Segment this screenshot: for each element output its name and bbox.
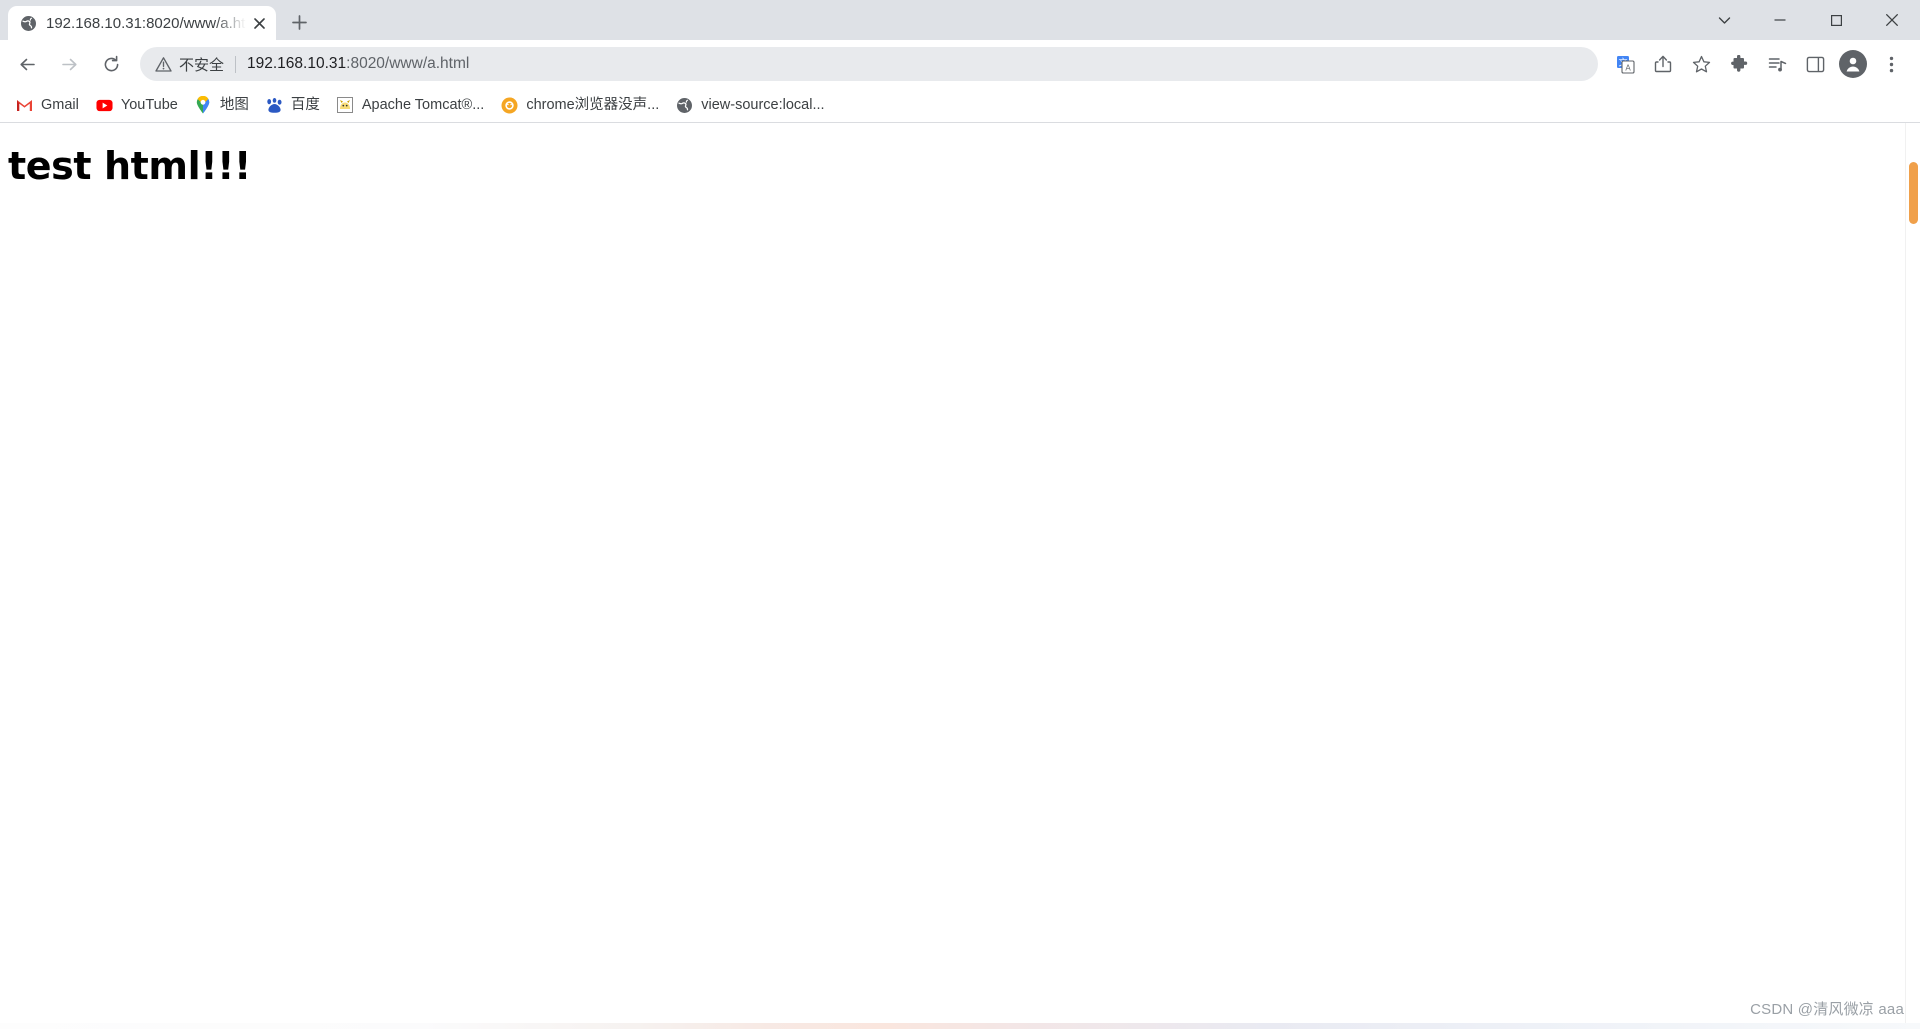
bookmark-chrome-sound[interactable]: chrome浏览器没声...: [495, 92, 668, 118]
bookmark-label: 地图: [219, 96, 249, 113]
extensions-puzzle-icon[interactable]: [1723, 48, 1755, 80]
vertical-scrollbar[interactable]: [1905, 123, 1920, 1029]
bookmark-label: 百度: [290, 96, 320, 113]
forward-button[interactable]: [51, 46, 87, 82]
globe-icon: [20, 15, 37, 32]
page-content: test html!!!: [0, 123, 1920, 188]
bookmarks-bar: Gmail YouTube 地图 百度 Apache Tomcat®... ch…: [0, 88, 1920, 123]
profile-avatar-icon[interactable]: [1837, 48, 1869, 80]
minimize-button[interactable]: [1752, 0, 1808, 40]
bookmark-label: Apache Tomcat®...: [361, 96, 485, 113]
tab-search-icon[interactable]: [1696, 0, 1752, 40]
close-window-button[interactable]: [1864, 0, 1920, 40]
address-bar[interactable]: 不安全 192.168.10.31:8020/www/a.html: [140, 47, 1598, 81]
bookmark-star-icon[interactable]: [1685, 48, 1717, 80]
scrollbar-thumb[interactable]: [1909, 162, 1918, 224]
page-title: test html!!!: [8, 144, 251, 188]
reading-list-icon[interactable]: [1761, 48, 1793, 80]
gmail-icon: [16, 97, 33, 114]
warning-triangle-icon[interactable]: [154, 55, 172, 73]
maximize-button[interactable]: [1808, 0, 1864, 40]
close-icon[interactable]: [250, 14, 268, 32]
bookmark-label: YouTube: [120, 96, 178, 113]
toolbar-icon-group: 文 A: [1606, 48, 1910, 80]
url-path: :8020/www/a.html: [346, 55, 470, 72]
window-controls: [1696, 0, 1920, 40]
url-host: 192.168.10.31: [247, 55, 347, 72]
google-maps-icon: [195, 96, 212, 114]
new-tab-button[interactable]: [282, 5, 316, 39]
share-icon[interactable]: [1647, 48, 1679, 80]
chrome-menu-icon[interactable]: [1875, 48, 1907, 80]
svg-text:A: A: [1625, 63, 1631, 72]
bookmark-maps[interactable]: 地图: [189, 92, 258, 118]
bookmark-view-source[interactable]: view-source:local...: [670, 92, 833, 118]
reload-button[interactable]: [93, 46, 129, 82]
taskbar-strip: [0, 1023, 1920, 1029]
browser-window: 192.168.10.31:8020/www/a.ht 不安全 192.168.…: [0, 0, 1920, 1029]
bookmark-apache-tomcat[interactable]: Apache Tomcat®...: [331, 92, 493, 118]
youtube-icon: [96, 97, 113, 114]
bookmark-label: Gmail: [41, 96, 79, 113]
url-text: 192.168.10.31:8020/www/a.html: [247, 55, 1584, 73]
browser-tab[interactable]: 192.168.10.31:8020/www/a.ht: [8, 6, 276, 40]
bookmark-youtube[interactable]: YouTube: [90, 92, 187, 118]
chrome-icon: [501, 97, 518, 114]
tomcat-icon: [337, 97, 354, 114]
avatar: [1839, 50, 1867, 78]
omnibox-divider: [235, 55, 237, 73]
back-button[interactable]: [9, 46, 45, 82]
bookmark-label: view-source:local...: [701, 96, 825, 113]
side-panel-icon[interactable]: [1799, 48, 1831, 80]
tab-strip: 192.168.10.31:8020/www/a.ht: [0, 0, 1920, 40]
bookmark-baidu[interactable]: 百度: [260, 92, 329, 118]
bookmark-label: chrome浏览器没声...: [526, 96, 660, 113]
security-status-text: 不安全: [179, 56, 225, 74]
csdn-watermark: CSDN @清风微凉 aaa: [1750, 1001, 1904, 1018]
translate-icon[interactable]: 文 A: [1609, 48, 1641, 80]
globe-icon: [676, 97, 693, 114]
page-viewport: test html!!!: [0, 123, 1920, 1029]
tab-title: 192.168.10.31:8020/www/a.ht: [46, 14, 246, 32]
baidu-icon: [266, 97, 283, 114]
browser-toolbar: 不安全 192.168.10.31:8020/www/a.html 文 A: [0, 40, 1920, 88]
bookmark-gmail[interactable]: Gmail: [10, 92, 88, 118]
